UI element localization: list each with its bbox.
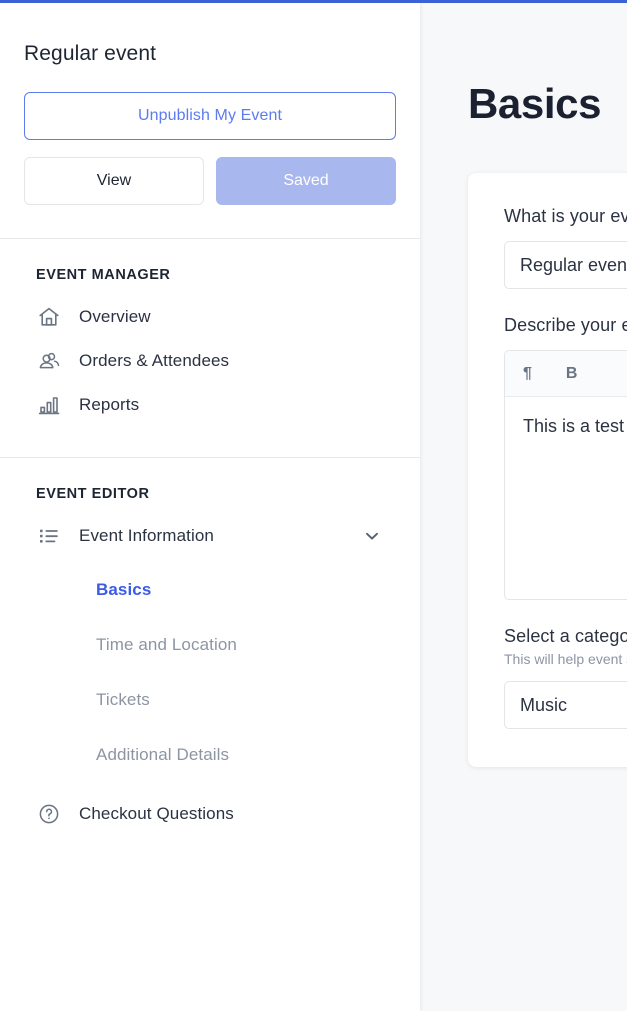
event-title: Regular event (24, 41, 396, 67)
sidebar-item-overview[interactable]: Overview (0, 295, 420, 339)
sidebar-actions: Unpublish My Event View Saved (0, 92, 420, 205)
event-description-label: Describe your event (504, 315, 627, 336)
basics-card: What is your event name? Regular event D… (468, 173, 627, 767)
sidebar-item-label: Event Information (79, 526, 214, 546)
category-select[interactable]: Music (504, 681, 627, 729)
field-event-category: Select a category This will help event s… (504, 626, 627, 729)
description-textarea[interactable]: This is a test event (505, 397, 627, 599)
section-label-event-manager: EVENT MANAGER (0, 239, 420, 283)
category-help-text: This will help event seekers find your e… (504, 651, 627, 667)
sub-nav-event-information: Basics Time and Location Tickets Additio… (0, 558, 420, 782)
main-inner: Basics What is your event name? Regular … (468, 3, 627, 767)
nav-event-editor: Event Information Basics Time and Locati… (0, 502, 420, 836)
sidebar-item-label: Checkout Questions (79, 804, 234, 824)
home-icon (36, 304, 62, 330)
list-icon (36, 523, 62, 549)
sidebar-item-label: Overview (79, 307, 151, 327)
sidebar-item-event-information[interactable]: Event Information (0, 514, 420, 558)
bold-icon[interactable]: B (566, 366, 578, 382)
sidebar-item-label: Reports (79, 395, 139, 415)
paragraph-icon[interactable]: ¶ (523, 366, 532, 382)
section-label-event-editor: EVENT EDITOR (0, 458, 420, 502)
sidebar-item-checkout-questions[interactable]: Checkout Questions (0, 792, 420, 836)
field-event-description: Describe your event ¶ B This is a test e… (504, 315, 627, 600)
sidebar-item-orders-attendees[interactable]: Orders & Attendees (0, 339, 420, 383)
sidebar-action-row: View Saved (24, 157, 396, 205)
sidebar-subitem-additional-details[interactable]: Additional Details (0, 727, 420, 782)
editor-toolbar: ¶ B (505, 351, 627, 397)
sidebar-subitem-time-and-location[interactable]: Time and Location (0, 617, 420, 672)
sidebar: Regular event Unpublish My Event View Sa… (0, 3, 420, 1011)
app-root: Regular event Unpublish My Event View Sa… (0, 0, 627, 1011)
chevron-down-icon[interactable] (362, 526, 382, 546)
event-name-label: What is your event name? (504, 206, 627, 227)
view-button[interactable]: View (24, 157, 204, 205)
save-button[interactable]: Saved (216, 157, 396, 205)
sidebar-subitem-tickets[interactable]: Tickets (0, 672, 420, 727)
top-progress-bar (0, 0, 627, 3)
sidebar-subitem-basics[interactable]: Basics (0, 562, 420, 617)
category-label: Select a category (504, 626, 627, 647)
unpublish-event-button[interactable]: Unpublish My Event (24, 92, 396, 140)
description-editor: ¶ B This is a test event (504, 350, 627, 600)
nav-event-manager: Overview Orders & Attendees (0, 283, 420, 427)
event-header: Regular event (0, 3, 420, 67)
sidebar-item-reports[interactable]: Reports (0, 383, 420, 427)
people-icon (36, 348, 62, 374)
event-name-input[interactable]: Regular event (504, 241, 627, 289)
bar-chart-icon (36, 392, 62, 418)
question-circle-icon (36, 801, 62, 827)
page-title: Basics (468, 80, 627, 128)
field-event-name: What is your event name? Regular event (504, 206, 627, 289)
sidebar-item-label: Orders & Attendees (79, 351, 229, 371)
main-content: Basics What is your event name? Regular … (420, 3, 627, 1011)
